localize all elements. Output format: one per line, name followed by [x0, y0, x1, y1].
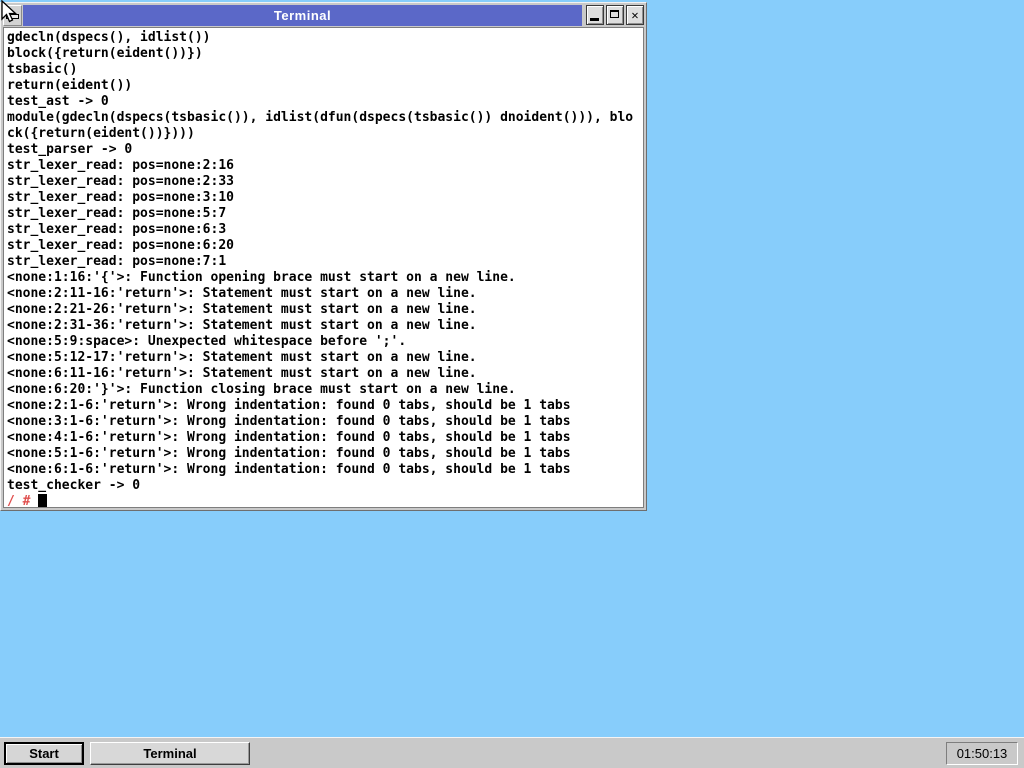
terminal-line: tsbasic() [7, 62, 643, 78]
terminal-client-area[interactable]: gdecln(dspecs(), idlist())block({return(… [3, 27, 644, 508]
terminal-line: str_lexer_read: pos=none:6:20 [7, 238, 643, 254]
terminal-line: test_checker -> 0 [7, 478, 643, 494]
terminal-line: block({return(eident())}) [7, 46, 643, 62]
terminal-line: test_ast -> 0 [7, 94, 643, 110]
minimize-button[interactable] [586, 5, 604, 25]
terminal-line: <none:5:12-17:'return'>: Statement must … [7, 350, 643, 366]
terminal-line: str_lexer_read: pos=none:2:33 [7, 174, 643, 190]
taskbar-item-terminal[interactable]: Terminal [90, 742, 250, 765]
terminal-line: <none:6:1-6:'return'>: Wrong indentation… [7, 462, 643, 478]
terminal-line: <none:2:11-16:'return'>: Statement must … [7, 286, 643, 302]
terminal-line: module(gdecln(dspecs(tsbasic()), idlist(… [7, 110, 643, 126]
titlebar[interactable]: Terminal ✕ [3, 5, 644, 26]
desktop: Terminal ✕ gdecln(dspecs(), idlist())blo… [0, 0, 1024, 768]
terminal-line: <none:5:9:space>: Unexpected whitespace … [7, 334, 643, 350]
close-icon: ✕ [627, 7, 643, 23]
terminal-line: <none:2:1-6:'return'>: Wrong indentation… [7, 398, 643, 414]
close-button[interactable]: ✕ [626, 5, 644, 25]
minimize-icon [590, 18, 599, 21]
terminal-line: <none:4:1-6:'return'>: Wrong indentation… [7, 430, 643, 446]
terminal-line: str_lexer_read: pos=none:3:10 [7, 190, 643, 206]
terminal-window: Terminal ✕ gdecln(dspecs(), idlist())blo… [0, 2, 647, 511]
start-button[interactable]: Start [4, 742, 84, 765]
terminal-line: <none:6:20:'}'>: Function closing brace … [7, 382, 643, 398]
maximize-button[interactable] [606, 5, 624, 25]
terminal-line: str_lexer_read: pos=none:6:3 [7, 222, 643, 238]
terminal-output: gdecln(dspecs(), idlist())block({return(… [7, 30, 643, 494]
terminal-line: str_lexer_read: pos=none:5:7 [7, 206, 643, 222]
terminal-line: str_lexer_read: pos=none:7:1 [7, 254, 643, 270]
window-menu-button[interactable] [3, 5, 22, 26]
window-title: Terminal [274, 8, 331, 23]
terminal-line: <none:2:31-36:'return'>: Statement must … [7, 318, 643, 334]
window-menu-icon [6, 14, 19, 19]
shell-prompt: / # [7, 494, 38, 508]
prompt-line: / # [7, 494, 643, 508]
taskbar-clock: 01:50:13 [946, 742, 1018, 765]
terminal-line: gdecln(dspecs(), idlist()) [7, 30, 643, 46]
terminal-line: <none:3:1-6:'return'>: Wrong indentation… [7, 414, 643, 430]
terminal-line: <none:2:21-26:'return'>: Statement must … [7, 302, 643, 318]
titlebar-drag-area[interactable]: Terminal [23, 5, 582, 26]
taskbar: Start Terminal 01:50:13 [0, 737, 1024, 768]
text-cursor [38, 494, 47, 508]
maximize-icon [610, 10, 619, 18]
terminal-line: test_parser -> 0 [7, 142, 643, 158]
terminal-line: return(eident()) [7, 78, 643, 94]
terminal-line: ck({return(eident())}))) [7, 126, 643, 142]
terminal-line: str_lexer_read: pos=none:2:16 [7, 158, 643, 174]
terminal-line: <none:6:11-16:'return'>: Statement must … [7, 366, 643, 382]
terminal-line: <none:5:1-6:'return'>: Wrong indentation… [7, 446, 643, 462]
terminal-line: <none:1:16:'{'>: Function opening brace … [7, 270, 643, 286]
